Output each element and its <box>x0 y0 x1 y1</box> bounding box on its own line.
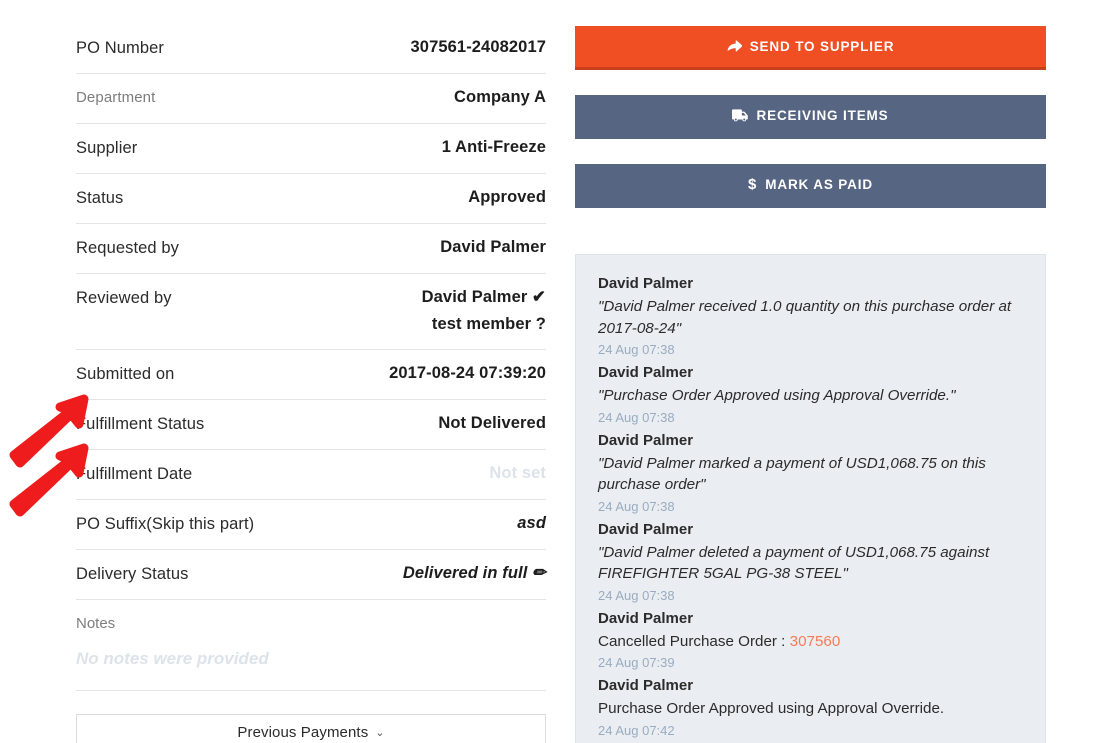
detail-row-value-line: Delivered in full ✏ <box>402 564 546 582</box>
action-button-receiving-items[interactable]: RECEIVING ITEMS <box>575 95 1046 139</box>
detail-row: Department Company A <box>76 74 546 124</box>
activity-event-timestamp: 24 Aug 07:42 <box>598 722 675 738</box>
action-button-label: MARK AS PAID <box>765 177 873 192</box>
detail-row: Fulfillment Date Not set <box>76 450 546 500</box>
detail-row-label: Reviewed by <box>76 289 172 307</box>
previous-payments-label: Previous Payments <box>237 724 369 741</box>
activity-event-user: David Palmer <box>598 275 694 292</box>
detail-row-value[interactable]: asd <box>517 510 546 537</box>
detail-row-label: PO Suffix(Skip this part) <box>76 515 255 533</box>
detail-row: Reviewed by David Palmer ✔ test member ? <box>76 274 546 350</box>
action-button-label: SEND TO SUPPLIER <box>749 39 895 54</box>
detail-row-label: Requested by <box>76 239 180 257</box>
activity-event-timestamp: 24 Aug 07:38 <box>598 498 675 514</box>
detail-row-value-line: 1 Anti-Freeze <box>441 138 546 156</box>
activity-event-text-body: "David Palmer marked a payment of USD1,0… <box>598 454 986 494</box>
action-button-label: RECEIVING ITEMS <box>756 108 889 123</box>
activity-event-text: Cancelled Purchase Order : 307560 <box>598 631 1023 653</box>
activity-event-user: David Palmer <box>598 677 694 694</box>
share-arrow-icon <box>727 39 742 54</box>
activity-event-text-body: "David Palmer deleted a payment of USD1,… <box>598 543 990 583</box>
activity-event-timestamp: 24 Aug 07:38 <box>598 342 675 357</box>
detail-row-value-line: Not Delivered <box>438 414 546 432</box>
detail-row-label: Supplier <box>76 139 138 157</box>
detail-row-value-line: David Palmer <box>440 238 546 256</box>
detail-row-value-line: Not set <box>489 464 546 482</box>
detail-row-value: 1 Anti-Freeze <box>442 134 546 161</box>
detail-row: PO Suffix(Skip this part) asd <box>76 500 546 550</box>
action-button-mark-as-paid[interactable]: $ MARK AS PAID <box>575 164 1046 208</box>
detail-row-label: PO Number <box>76 39 165 57</box>
detail-row: Delivery Status Delivered in full ✏ <box>76 550 546 600</box>
action-button-group: SEND TO SUPPLIER RECEIVING ITEMS $ MARK AS … <box>575 26 1046 233</box>
detail-row: Fulfillment Status Not Delivered <box>76 400 546 450</box>
notes-label: Notes <box>76 615 116 632</box>
dollar-icon: $ <box>748 176 758 193</box>
detail-row-value-line: Approved <box>468 188 546 206</box>
activity-event-user: David Palmer <box>598 609 694 627</box>
activity-event-text-body: "David Palmer received 1.0 quantity on t… <box>598 298 1012 337</box>
chevron-down-icon: ⌄ <box>375 727 385 739</box>
detail-row-value: Company A <box>454 84 546 111</box>
activity-event-text: "Purchase Order Approved using Approval … <box>598 385 1023 407</box>
notes-empty-text: No notes were provided <box>76 649 269 668</box>
arrow-fulfillment-status <box>9 394 89 468</box>
arrow-fulfillment-date <box>9 443 89 517</box>
detail-row-label: Submitted on <box>76 365 175 383</box>
detail-row-label: Fulfillment Date <box>76 465 193 483</box>
detail-row-value[interactable]: Delivered in full ✏ <box>403 560 546 587</box>
detail-row: Submitted on 2017-08-24 07:39:20 <box>76 350 546 400</box>
activity-event-timestamp: 24 Aug 07:39 <box>598 655 675 670</box>
detail-row-value-line: asd <box>517 514 546 532</box>
activity-event-user: David Palmer <box>598 431 694 449</box>
action-button-send-to-supplier[interactable]: SEND TO SUPPLIER <box>575 26 1046 70</box>
detail-row: Requested by David Palmer <box>76 224 546 274</box>
previous-payments-button[interactable]: Previous Payments ⌄ <box>76 714 546 743</box>
detail-row-value: Not set <box>489 460 546 487</box>
detail-row-value: David Palmer ✔ test member ? <box>422 284 546 338</box>
activity-event-timestamp: 24 Aug 07:38 <box>598 587 675 603</box>
activity-event-po-link[interactable]: 307560 <box>790 633 841 650</box>
activity-event-text-body: "Purchase Order Approved using Approval … <box>598 387 956 404</box>
detail-row-value: 307561-24082017 <box>411 34 546 61</box>
detail-row: Supplier 1 Anti-Freeze <box>76 124 546 174</box>
activity-event-text: "David Palmer received 1.0 quantity on t… <box>598 296 1023 339</box>
detail-row-label: Delivery Status <box>76 565 189 583</box>
detail-row-label: Status <box>76 189 124 207</box>
activity-event-user: David Palmer <box>598 520 694 538</box>
detail-row-value-line: 2017-08-24 07:39:20 <box>389 364 546 382</box>
detail-row-value-line: David Palmer ✔ <box>421 288 546 306</box>
activity-event-text-body: Purchase Order Approved using Approval O… <box>598 700 945 717</box>
detail-row-value: Approved <box>468 184 546 211</box>
detail-row-value: David Palmer <box>440 234 546 261</box>
detail-row: PO Number 307561-24082017 <box>76 24 546 74</box>
detail-row: Status Approved <box>76 174 546 224</box>
activity-event-text: "David Palmer marked a payment of USD1,0… <box>598 453 1023 496</box>
detail-row-value-line: 307561-24082017 <box>410 38 546 56</box>
activity-event-text: Purchase Order Approved using Approval O… <box>598 698 1023 720</box>
detail-row-value: 2017-08-24 07:39:20 <box>389 360 546 387</box>
detail-row-value: Not Delivered <box>438 410 546 437</box>
detail-row-value-line-2: test member ? <box>431 315 546 333</box>
truck-icon <box>732 109 749 122</box>
activity-event-text-body: Cancelled Purchase Order : <box>598 632 790 650</box>
notes-block: Notes No notes were provided <box>76 600 546 691</box>
activity-event-user: David Palmer <box>598 364 694 381</box>
purchase-order-detail-page: PO Number 307561-24082017 Department Compan… <box>0 0 1097 743</box>
activity-event-timestamp: 24 Aug 07:38 <box>598 409 675 425</box>
detail-row-label: Department <box>76 89 156 106</box>
detail-row-value-line: Company A <box>454 88 546 106</box>
activity-log-panel[interactable]: David Palmer "David Palmer received 1.0 q… <box>575 254 1046 743</box>
detail-row-label: Fulfillment Status <box>76 415 205 433</box>
po-detail-list: PO Number 307561-24082017 Department Compan… <box>76 24 546 743</box>
activity-event-text: "David Palmer deleted a payment of USD1,… <box>598 542 1023 585</box>
